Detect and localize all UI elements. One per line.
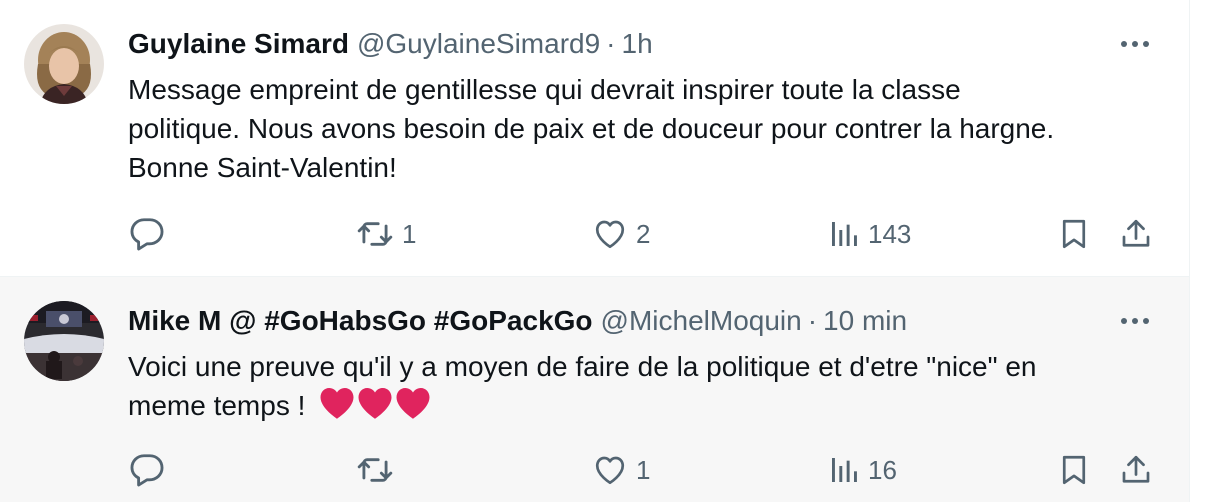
tweet-text-line: politique. Nous avons besoin de paix et … <box>128 113 1055 144</box>
red-heart-icon <box>358 388 392 419</box>
action-bar: 1 16 <box>128 448 1158 492</box>
timeline: Guylaine Simard @GuylaineSimard9 · 1h Me… <box>0 0 1189 502</box>
like-icon <box>592 216 628 252</box>
repost-button[interactable] <box>356 448 394 492</box>
tweet[interactable]: Guylaine Simard @GuylaineSimard9 · 1h Me… <box>0 0 1189 277</box>
repost-icon <box>356 215 394 253</box>
timestamp[interactable]: 10 min <box>823 305 907 337</box>
tweet-text-line: Message empreint de gentillesse qui devr… <box>128 74 961 105</box>
tweet-text-line: meme temps ! <box>128 386 1148 425</box>
author-name[interactable]: Guylaine Simard <box>128 28 349 60</box>
avatar[interactable] <box>24 301 104 381</box>
like-button[interactable]: 2 <box>592 212 650 256</box>
author-handle[interactable]: @GuylaineSimard9 <box>357 28 600 60</box>
reply-button[interactable] <box>128 448 166 492</box>
bookmark-button[interactable] <box>1056 212 1092 256</box>
tweet-text-line: Bonne Saint-Valentin! <box>128 152 397 183</box>
red-heart-icon <box>320 388 354 419</box>
tweet-text-line: Voici une preuve qu'il y a moyen de fair… <box>128 351 1037 382</box>
like-button[interactable]: 1 <box>592 448 650 492</box>
separator: · <box>606 28 616 59</box>
column-divider <box>1189 0 1190 502</box>
timestamp[interactable]: 1h <box>622 28 653 60</box>
bookmark-button[interactable] <box>1056 448 1092 492</box>
views-icon <box>828 454 860 486</box>
share-button[interactable] <box>1118 448 1154 492</box>
like-count: 1 <box>636 454 651 485</box>
views-button[interactable]: 143 <box>828 212 911 256</box>
red-heart-icon <box>396 388 430 419</box>
tweet-text: Message empreint de gentillesse qui devr… <box>128 70 1148 187</box>
repost-button[interactable]: 1 <box>356 212 416 256</box>
bookmark-icon <box>1056 452 1092 488</box>
views-icon <box>828 218 860 250</box>
share-button[interactable] <box>1118 212 1154 256</box>
avatar[interactable] <box>24 24 104 104</box>
like-icon <box>592 452 628 488</box>
reply-icon <box>128 215 166 253</box>
repost-icon <box>356 451 394 489</box>
reply-button[interactable] <box>128 212 166 256</box>
tweet-header: Mike M @ #GoHabsGo #GoPackGo @MichelMoqu… <box>128 303 907 339</box>
repost-count: 1 <box>402 218 417 249</box>
hearts-emoji <box>319 386 431 420</box>
author-handle[interactable]: @MichelMoquin <box>601 305 802 337</box>
tweet[interactable]: Mike M @ #GoHabsGo #GoPackGo @MichelMoqu… <box>0 277 1189 502</box>
bookmark-icon <box>1056 216 1092 252</box>
tweet-header: Guylaine Simard @GuylaineSimard9 · 1h <box>128 26 653 62</box>
views-count: 16 <box>868 454 897 485</box>
more-icon[interactable] <box>1118 32 1152 56</box>
share-icon <box>1118 216 1154 252</box>
separator: · <box>807 305 818 336</box>
reply-icon <box>128 451 166 489</box>
like-count: 2 <box>636 218 651 249</box>
tweet-text-fragment: meme temps ! <box>128 390 306 421</box>
views-button[interactable]: 16 <box>828 448 897 492</box>
action-bar: 1 2 143 <box>128 212 1158 256</box>
views-count: 143 <box>868 218 912 249</box>
more-icon[interactable] <box>1118 309 1152 333</box>
tweet-text: Voici une preuve qu'il y a moyen de fair… <box>128 347 1148 425</box>
author-name[interactable]: Mike M @ #GoHabsGo #GoPackGo <box>128 305 593 337</box>
share-icon <box>1118 452 1154 488</box>
